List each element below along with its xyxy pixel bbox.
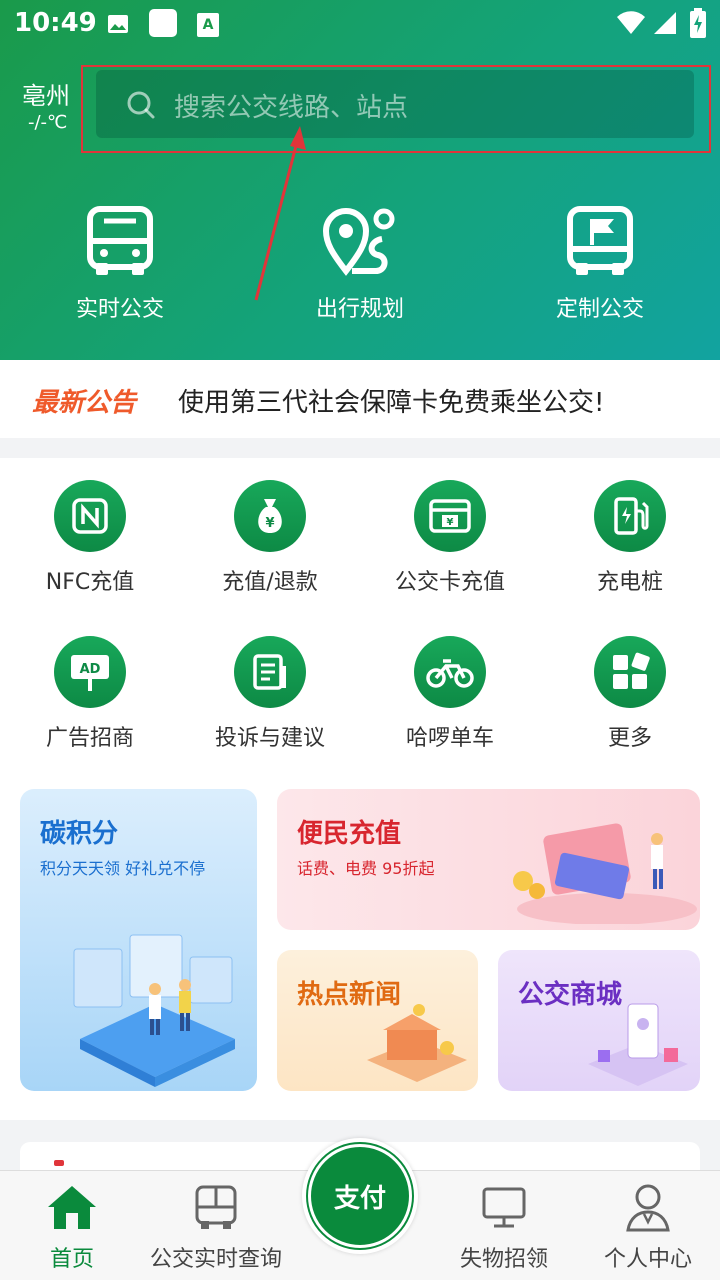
trip-planning-button[interactable]: 出行规划 — [240, 205, 480, 323]
temperature: -/-℃ — [28, 112, 68, 133]
money-bag-icon: ¥ — [234, 480, 306, 552]
svg-text:AD: AD — [80, 662, 101, 677]
person-icon — [596, 1181, 700, 1233]
monitor-icon — [452, 1181, 556, 1233]
grid-item-ad-recruitment[interactable]: AD 广告招商 — [0, 636, 180, 752]
bus-card-icon: ¥ — [414, 480, 486, 552]
home-icon — [30, 1181, 114, 1233]
grid-label: 广告招商 — [45, 726, 134, 751]
recharge-illustration-icon — [513, 823, 697, 924]
grid-label: 更多 — [607, 726, 652, 751]
convenience-recharge-card[interactable]: 便民充值 话费、电费 95折起 — [277, 789, 700, 930]
more-grid-icon — [594, 636, 666, 708]
carbon-illustration-icon — [73, 934, 235, 1087]
tab-profile[interactable]: 个人中心 — [596, 1181, 700, 1273]
grid-item-bus-card-recharge[interactable]: ¥ 公交卡充值 — [360, 480, 540, 596]
status-time: 10:49 — [14, 8, 97, 38]
grid-label: NFC充值 — [45, 570, 135, 595]
bus-icon — [0, 205, 240, 281]
mall-illustration-icon — [588, 1003, 688, 1086]
news-illustration-icon — [367, 1004, 467, 1082]
carbon-points-title: 碳积分 — [40, 819, 119, 849]
grid-label: 充值/退款 — [222, 570, 318, 595]
pay-button[interactable]: 支付 — [302, 1138, 418, 1254]
announcement-text[interactable]: 使用第三代社会保障卡免费乘坐公交! — [178, 382, 604, 419]
custom-bus-button[interactable]: 定制公交 — [480, 205, 720, 323]
grid-item-charging-pile[interactable]: 充电桩 — [540, 480, 720, 596]
ad-board-icon: AD — [54, 636, 126, 708]
document-icon — [234, 636, 306, 708]
custom-bus-flag-icon — [480, 205, 720, 281]
battery-icon — [690, 8, 706, 42]
carbon-points-card[interactable]: 碳积分 积分天天领 好礼兑不停 — [20, 789, 257, 1091]
hot-news-card[interactable]: 热点新闻 — [277, 950, 478, 1091]
custom-bus-label: 定制公交 — [555, 297, 644, 322]
grid-item-hello-bike[interactable]: 哈啰单车 — [360, 636, 540, 752]
realtime-bus-button[interactable]: 实时公交 — [0, 205, 240, 323]
convenience-recharge-subtitle: 话费、电费 95折起 — [297, 859, 435, 878]
city-selector[interactable]: 亳州 — [22, 76, 70, 111]
bus-mall-card[interactable]: 公交商城 — [498, 950, 700, 1091]
grid-label: 哈啰单车 — [405, 726, 494, 751]
grid-label: 投诉与建议 — [214, 726, 325, 751]
services-panel: NFC充值 ¥ 充值/退款 ¥ 公交卡充值 充电桩 AD 广告招商 投诉与建议 — [0, 458, 720, 1120]
grid-item-complaints[interactable]: 投诉与建议 — [180, 636, 360, 752]
grid-label: 充电桩 — [596, 570, 663, 595]
realtime-bus-label: 实时公交 — [75, 297, 164, 322]
svg-text:A: A — [203, 17, 214, 33]
tab-home-label: 首页 — [49, 1247, 94, 1272]
trip-planning-label: 出行规划 — [315, 297, 404, 322]
nfc-icon — [54, 480, 126, 552]
partial-card-marker — [54, 1160, 64, 1166]
pay-button-label: 支付 — [308, 1144, 412, 1248]
wifi-icon — [616, 10, 646, 40]
bicycle-icon — [414, 636, 486, 708]
grid-label: 公交卡充值 — [394, 570, 505, 595]
annotation-highlight-box — [81, 65, 711, 153]
image-notification-icon — [106, 12, 130, 40]
announcement-tag: 最新公告 — [32, 388, 137, 418]
app-notification-icon — [148, 8, 178, 42]
grid-item-nfc-recharge[interactable]: NFC充值 — [0, 480, 180, 596]
tab-profile-label: 个人中心 — [603, 1247, 692, 1272]
a-notification-icon: A — [196, 12, 220, 42]
tab-lost-found-label: 失物招领 — [459, 1247, 548, 1272]
header-banner: 10:49 A 亳州 -/-℃ 搜索公交线路、站点 实时公交 出行规划 定制公交 — [0, 0, 720, 360]
charging-pile-icon — [594, 480, 666, 552]
tab-lost-found[interactable]: 失物招领 — [452, 1181, 556, 1273]
carbon-points-subtitle: 积分天天领 好礼兑不停 — [40, 859, 206, 878]
bus-outline-icon — [140, 1181, 292, 1233]
tab-realtime-query[interactable]: 公交实时查询 — [140, 1181, 292, 1273]
tab-home[interactable]: 首页 — [30, 1181, 114, 1273]
grid-item-recharge-refund[interactable]: ¥ 充值/退款 — [180, 480, 360, 596]
route-pin-icon — [240, 205, 480, 281]
announcement-bar[interactable]: 最新公告 使用第三代社会保障卡免费乘坐公交! — [0, 360, 720, 438]
status-bar: 10:49 A — [0, 0, 720, 48]
svg-text:¥: ¥ — [265, 516, 274, 531]
grid-item-more[interactable]: 更多 — [540, 636, 720, 752]
signal-icon — [652, 10, 678, 40]
tab-realtime-query-label: 公交实时查询 — [149, 1247, 282, 1272]
svg-text:¥: ¥ — [447, 517, 454, 528]
convenience-recharge-title: 便民充值 — [297, 819, 402, 849]
